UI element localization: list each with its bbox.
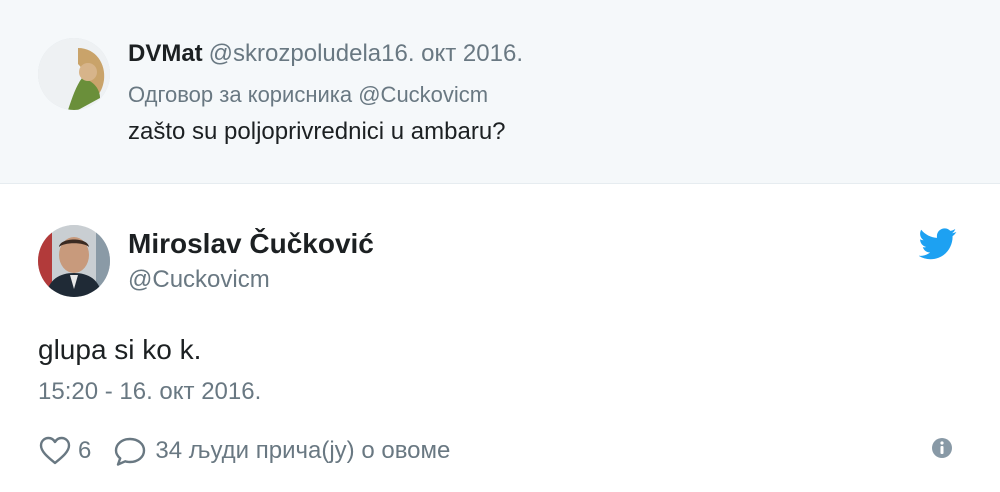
- main-avatar-image: [38, 225, 110, 297]
- twitter-bird-icon[interactable]: [919, 228, 957, 260]
- comment-bubble-icon[interactable]: [113, 435, 147, 467]
- main-tweet-text: glupa si ko k.: [38, 334, 202, 365]
- like-action[interactable]: 6: [38, 435, 91, 467]
- info-icon[interactable]: [931, 437, 953, 459]
- heart-icon[interactable]: [38, 435, 72, 467]
- parent-author-handle[interactable]: @skrozpoludela: [209, 40, 381, 67]
- parent-header: DVMat @skrozpoludela16. окт 2016.: [128, 40, 523, 68]
- conversation-text[interactable]: 34 људи прича(ју) о овоме: [155, 437, 450, 465]
- tweet-actions: 6 34 људи прича(ју) о овоме: [38, 434, 450, 468]
- parent-reply-to[interactable]: Одговор за корисника @Cuckovicm: [128, 82, 488, 108]
- parent-tweet[interactable]: DVMat @skrozpoludela16. окт 2016. Одговор…: [0, 0, 1000, 184]
- main-author-handle[interactable]: @Cuckovicm: [128, 266, 270, 294]
- parent-avatar-image: [38, 38, 110, 110]
- main-avatar[interactable]: [38, 225, 110, 297]
- main-timestamp[interactable]: 15:20 - 16. окт 2016.: [38, 378, 261, 406]
- main-author-name[interactable]: Miroslav Čučković: [128, 228, 374, 260]
- parent-date[interactable]: 16. окт 2016.: [381, 40, 523, 67]
- conversation-action[interactable]: 34 људи прича(ју) о овоме: [113, 435, 450, 467]
- like-count: 6: [78, 437, 92, 464]
- parent-tweet-text: zašto su poljoprivrednici u ambaru?: [128, 118, 506, 145]
- parent-avatar[interactable]: [38, 38, 110, 110]
- parent-author-name[interactable]: DVMat: [128, 40, 203, 67]
